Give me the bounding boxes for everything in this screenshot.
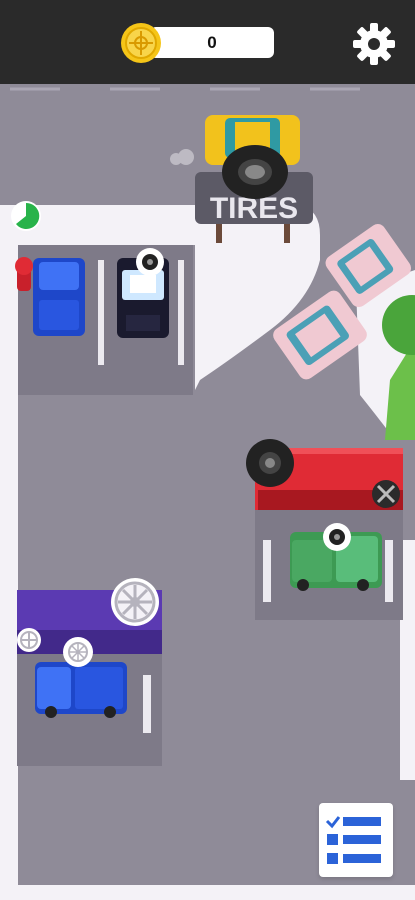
tire-change-station-icon: [372, 480, 400, 508]
sidewalk-bottom: [0, 885, 415, 900]
rim-request-bubble: [63, 637, 93, 667]
coin-counter: 0: [150, 27, 274, 58]
hud-bar: 0: [0, 0, 415, 84]
tire-rim-icon: [111, 578, 159, 626]
coin-count-value: 0: [207, 33, 217, 52]
tire-stack-icon: [222, 145, 288, 199]
tire-stack-red-icon: [246, 439, 294, 487]
tire-request-bubble-green: [323, 523, 351, 551]
fire-hydrant: [15, 257, 33, 291]
small-rim-icon: [17, 628, 41, 652]
blue-van: [35, 662, 127, 718]
game-screen: 0 TIRES: [0, 0, 415, 900]
game-world: TIRES: [0, 84, 415, 900]
tire-request-bubble: [136, 248, 164, 276]
timer-icon: [11, 201, 41, 231]
blue-parked-car: [33, 258, 85, 336]
task-list-button[interactable]: [319, 803, 393, 877]
coin-icon: [121, 23, 161, 63]
settings-button[interactable]: [350, 20, 398, 68]
checklist-icon: [325, 816, 381, 864]
